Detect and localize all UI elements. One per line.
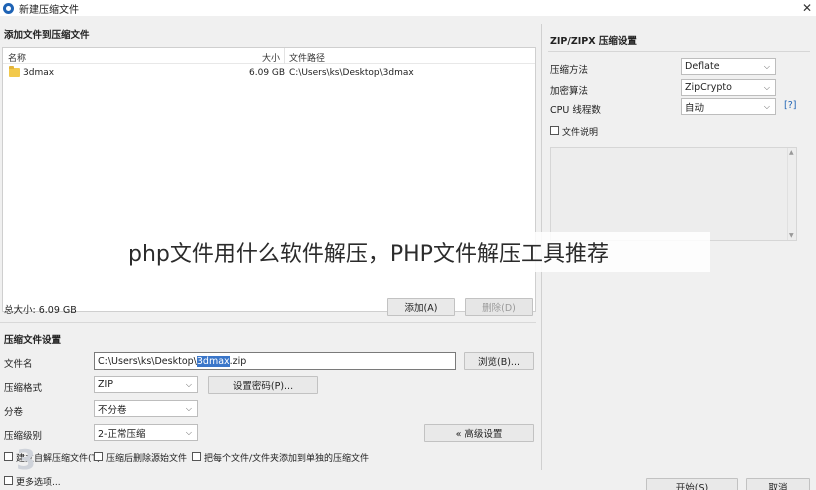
scroll-up-icon[interactable]: ▲ <box>789 149 794 156</box>
divider <box>548 51 810 52</box>
delete-button[interactable]: 删除(D) <box>465 298 533 316</box>
more-options-label[interactable]: 更多选项... <box>16 475 61 488</box>
file-list[interactable]: 名称 大小 文件路径 3dmax 6.09 GB C:\Users\ks\Des… <box>2 47 536 312</box>
filename-prefix: C:\Users\ks\Desktop\ <box>98 355 197 367</box>
title-bar: 新建压缩文件 ✕ <box>0 0 816 16</box>
zip-settings-title: ZIP/ZIPX 压缩设置 <box>550 36 637 47</box>
separate-archives-label: 把每个文件/文件夹添加到单独的压缩文件 <box>204 454 370 464</box>
window-title: 新建压缩文件 <box>19 4 79 16</box>
split-label: 分卷 <box>4 407 24 418</box>
caption-overlay: php文件用什么软件解压，PHP文件解压工具推荐 <box>118 232 710 272</box>
encryption-select[interactable]: ZipCrypto ⌵ <box>681 79 776 96</box>
delete-source-checkbox[interactable] <box>94 452 103 461</box>
cpu-threads-select[interactable]: 自动 ⌵ <box>681 98 776 115</box>
filename-selected: 3dmax <box>196 355 230 367</box>
column-size[interactable]: 大小 <box>262 51 280 64</box>
method-select[interactable]: Deflate ⌵ <box>681 58 776 75</box>
method-label: 压缩方法 <box>550 65 589 76</box>
filename-label: 文件名 <box>4 359 33 370</box>
close-icon[interactable]: ✕ <box>802 0 812 16</box>
advanced-settings-button[interactable]: « 高级设置 <box>424 424 534 442</box>
file-path: C:\Users\ks\Desktop\3dmax <box>289 68 414 78</box>
chevron-down-icon: ⌵ <box>185 380 192 389</box>
file-size: 6.09 GB <box>249 68 286 78</box>
scroll-down-icon[interactable]: ▼ <box>789 232 794 239</box>
split-value: 不分卷 <box>98 404 127 416</box>
set-password-button[interactable]: 设置密码(P)... <box>208 376 318 394</box>
total-size: 总大小: 6.09 GB <box>4 305 77 316</box>
add-button[interactable]: 添加(A) <box>387 298 455 316</box>
chevron-down-icon: ⌵ <box>185 428 192 437</box>
help-link[interactable]: [?] <box>784 100 796 111</box>
list-header: 名称 大小 文件路径 <box>3 48 535 64</box>
delete-source-label: 压缩后删除源始文件 <box>106 454 188 464</box>
chevron-down-icon: ⌵ <box>185 404 192 413</box>
separate-archives-checkbox[interactable] <box>192 452 201 461</box>
file-name: 3dmax <box>23 68 55 78</box>
column-path[interactable]: 文件路径 <box>289 51 325 64</box>
column-separator[interactable] <box>284 48 285 64</box>
file-panel: 添加文件到压缩文件 名称 大小 文件路径 3dmax 6.09 GB C:\Us… <box>0 21 536 321</box>
split-select[interactable]: 不分卷 ⌵ <box>94 400 198 417</box>
format-value: ZIP <box>98 379 114 390</box>
start-button[interactable]: 开始(S) <box>646 478 738 490</box>
level-select[interactable]: 2-正常压缩 ⌵ <box>94 424 198 441</box>
chevron-down-icon: ⌵ <box>763 102 770 111</box>
comment-textarea[interactable]: ▲ ▼ <box>550 147 797 241</box>
encryption-label: 加密算法 <box>550 86 589 97</box>
encryption-value: ZipCrypto <box>685 82 732 93</box>
level-label: 压缩级别 <box>4 431 43 442</box>
comment-label: 文件说明 <box>562 128 599 138</box>
list-item[interactable]: 3dmax 6.09 GB C:\Users\ks\Desktop\3dmax <box>3 66 535 80</box>
cancel-button[interactable]: 取消 <box>746 478 810 490</box>
level-value: 2-正常压缩 <box>98 428 146 440</box>
filename-input[interactable]: C:\Users\ks\Desktop\ 3dmax .zip <box>94 352 456 370</box>
method-value: Deflate <box>685 61 720 72</box>
bottom-bar: 更多选项... 开始(S) 取消 <box>0 472 816 490</box>
folder-icon <box>9 66 20 77</box>
chevron-down-icon: ⌵ <box>763 62 770 71</box>
comment-checkbox[interactable] <box>550 126 559 135</box>
cpu-threads-value: 自动 <box>685 102 705 114</box>
files-section-title: 添加文件到压缩文件 <box>4 30 90 41</box>
cpu-threads-label: CPU 线程数 <box>550 105 601 116</box>
archive-app-icon <box>3 2 14 14</box>
more-options-checkbox[interactable] <box>4 476 13 485</box>
format-label: 压缩格式 <box>4 383 43 394</box>
chevron-down-icon: ⌵ <box>763 83 770 92</box>
divider <box>0 322 536 323</box>
format-select[interactable]: ZIP ⌵ <box>94 376 198 393</box>
browse-button[interactable]: 浏览(B)... <box>464 352 534 370</box>
column-name[interactable]: 名称 <box>8 51 26 64</box>
scrollbar[interactable]: ▲ ▼ <box>787 148 796 240</box>
settings-section-title: 压缩文件设置 <box>4 335 62 346</box>
filename-suffix: .zip <box>229 355 247 367</box>
